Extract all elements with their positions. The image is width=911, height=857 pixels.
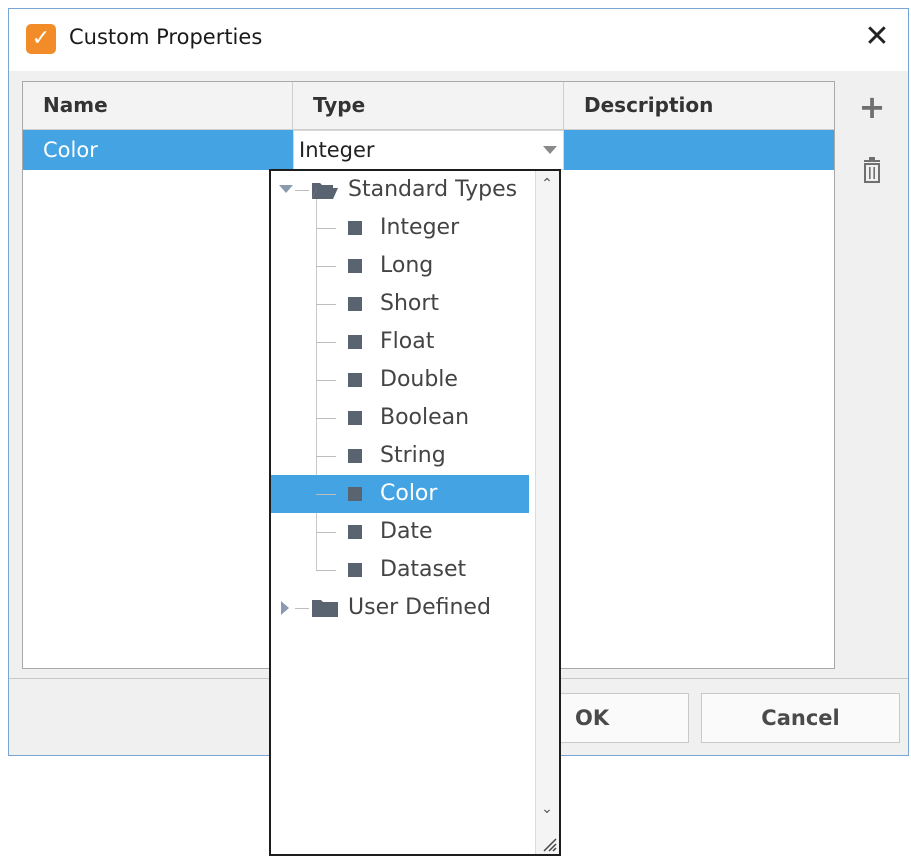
cell-name[interactable]: Color	[43, 130, 98, 170]
tree-item-color[interactable]: Color	[271, 475, 529, 513]
tree-connector	[316, 228, 336, 229]
type-item-icon	[348, 487, 362, 501]
tree-item-date[interactable]: Date	[271, 513, 529, 551]
tree-item-label: Dataset	[380, 557, 467, 582]
tree-connector	[316, 380, 336, 381]
close-button[interactable]: ✕	[860, 20, 894, 54]
tree-connector	[316, 456, 336, 457]
delete-property-button[interactable]	[859, 157, 885, 187]
column-header-description[interactable]: Description	[564, 82, 834, 130]
tree-group-user-defined[interactable]: User Defined	[271, 589, 529, 627]
app-icon: ✓	[26, 24, 56, 54]
tree-connector	[295, 190, 309, 191]
tree-connector	[316, 532, 336, 533]
tree-item-label: Double	[380, 367, 458, 392]
tree-item-boolean[interactable]: Boolean	[271, 399, 529, 437]
tree-group-standard-types[interactable]: Standard Types	[271, 171, 529, 209]
tree-item-label: Integer	[380, 215, 460, 240]
plus-icon: +	[858, 88, 886, 126]
folder-open-icon	[312, 183, 338, 199]
tree-item-double[interactable]: Double	[271, 361, 529, 399]
type-item-icon	[348, 335, 362, 349]
tree-item-dataset[interactable]: Dataset	[271, 551, 529, 589]
tree-connector	[316, 570, 336, 571]
type-combobox-value: Integer	[299, 138, 375, 162]
type-item-icon	[348, 449, 362, 463]
tree-item-label: Date	[380, 519, 433, 544]
tree-group-label: User Defined	[348, 595, 491, 620]
tree-item-float[interactable]: Float	[271, 323, 529, 361]
collapse-arrow-icon[interactable]	[281, 601, 289, 615]
tree-item-long[interactable]: Long	[271, 247, 529, 285]
chevron-down-icon[interactable]	[543, 146, 557, 154]
column-header-name[interactable]: Name	[23, 82, 293, 130]
tree-item-label: Color	[380, 481, 438, 506]
tree-item-label: Short	[380, 291, 440, 316]
add-property-button[interactable]: +	[855, 91, 889, 125]
tree-group-label: Standard Types	[348, 177, 518, 202]
type-item-icon	[348, 259, 362, 273]
cancel-button[interactable]: Cancel	[701, 693, 900, 743]
tree-connector	[295, 608, 309, 609]
ok-button[interactable]: OK	[554, 693, 689, 743]
type-combobox[interactable]: Integer	[293, 130, 564, 170]
tree-item-label: Boolean	[380, 405, 470, 430]
tree-connector	[316, 304, 336, 305]
tree-connector	[316, 266, 336, 267]
tree-item-string[interactable]: String	[271, 437, 529, 475]
tree-item-label: Float	[380, 329, 435, 354]
tree-connector	[316, 494, 336, 495]
type-item-icon	[348, 411, 362, 425]
tree-connector	[316, 342, 336, 343]
scroll-down-icon[interactable]: ⌄	[540, 802, 554, 816]
type-item-icon	[348, 221, 362, 235]
type-item-icon	[348, 373, 362, 387]
tree-connector	[316, 418, 336, 419]
type-item-icon	[348, 563, 362, 577]
column-header-type[interactable]: Type	[293, 82, 564, 130]
type-item-icon	[348, 525, 362, 539]
folder-closed-icon	[312, 600, 338, 617]
popup-scrollbar[interactable]: ⌃ ⌄	[535, 171, 559, 854]
window-title: Custom Properties	[69, 25, 263, 49]
tree-item-integer[interactable]: Integer	[271, 209, 529, 247]
tree-item-label: String	[380, 443, 446, 468]
resize-grip-icon[interactable]	[541, 836, 557, 852]
type-item-icon	[348, 297, 362, 311]
title-bar: ✓ Custom Properties ✕	[9, 9, 908, 71]
scroll-up-icon[interactable]: ⌃	[540, 177, 554, 191]
type-dropdown-popup: Standard Types Integer Long Short Float …	[269, 169, 561, 856]
tree-item-label: Long	[380, 253, 434, 278]
tree-item-short[interactable]: Short	[271, 285, 529, 323]
expand-arrow-icon[interactable]	[279, 185, 293, 193]
trash-icon	[864, 157, 880, 183]
table-row[interactable]: Color Integer	[23, 130, 834, 170]
